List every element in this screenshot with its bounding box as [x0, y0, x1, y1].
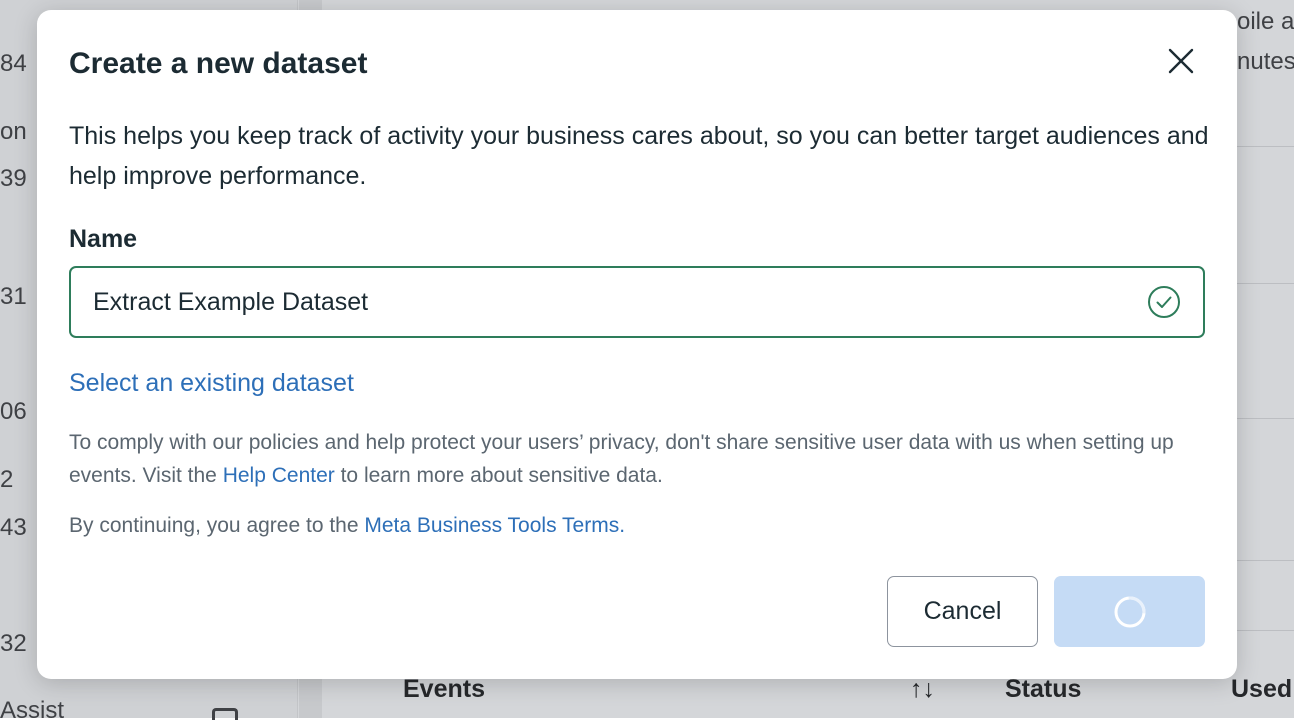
background-text: nutes: [1237, 48, 1294, 75]
loading-spinner-icon: [1114, 596, 1145, 627]
background-divider-line: [1237, 630, 1294, 631]
background-text: 2: [0, 466, 14, 493]
dialog-description: This helps you keep track of activity yo…: [69, 122, 1209, 190]
privacy-notice-text-end: to learn more about sensitive data.: [334, 464, 663, 487]
terms-text: By continuing, you agree to the: [69, 514, 365, 537]
privacy-notice: To comply with our policies and help pro…: [69, 426, 1209, 492]
sort-icon: ↑↓: [910, 675, 935, 703]
help-center-link[interactable]: Help Center: [223, 464, 335, 487]
create-button[interactable]: [1054, 576, 1205, 647]
background-text: on: [0, 118, 27, 145]
business-tools-terms-link[interactable]: Meta Business Tools Terms.: [364, 514, 625, 537]
dialog-title: Create a new dataset: [69, 47, 368, 80]
close-button[interactable]: [1162, 42, 1200, 80]
background-icon: [212, 708, 238, 720]
background-text: 39: [0, 165, 27, 192]
cancel-button[interactable]: Cancel: [887, 576, 1038, 647]
background-divider-line: [1237, 283, 1294, 284]
background-text: Assist: [0, 697, 65, 724]
column-header-events: Events: [403, 675, 485, 703]
close-icon: [1168, 48, 1194, 74]
background-divider-line: [1237, 146, 1294, 147]
select-existing-dataset-link[interactable]: Select an existing dataset: [69, 365, 354, 401]
background-text: 32: [0, 630, 27, 657]
check-circle-icon: [1148, 286, 1180, 318]
background-divider-line: [1237, 418, 1294, 419]
background-text: 31: [0, 283, 27, 310]
background-divider-line: [1237, 560, 1294, 561]
background-text: 84: [0, 50, 27, 77]
name-input[interactable]: [93, 268, 1133, 336]
background-text: 43: [0, 514, 27, 541]
background-text: oile a: [1237, 8, 1294, 35]
name-field-label: Name: [69, 225, 138, 253]
terms-notice: By continuing, you agree to the Meta Bus…: [69, 509, 625, 542]
column-header-status: Status: [1005, 675, 1082, 703]
background-text: 06: [0, 398, 27, 425]
column-header-used: Used: [1231, 675, 1293, 703]
name-field: [69, 266, 1205, 338]
create-dataset-dialog: Create a new dataset This helps you keep…: [37, 10, 1237, 679]
